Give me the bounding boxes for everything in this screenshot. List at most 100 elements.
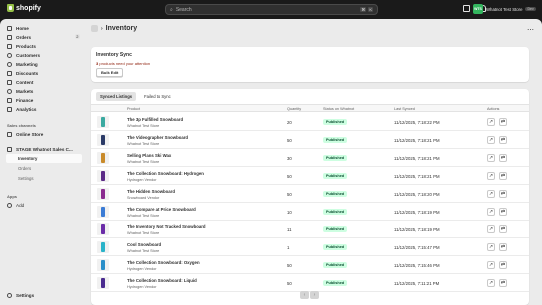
- sidebar: Home Orders 2 Products Customers Marketin…: [0, 19, 86, 305]
- product-name[interactable]: The Inventory Not Tracked Snowboard: [127, 224, 206, 229]
- product-name[interactable]: The 3p Fulfilled Snowboard: [127, 117, 183, 122]
- search-input[interactable]: ⌕ Search ⌘ K: [165, 4, 378, 15]
- last-synced-date: 11/12/2025, 7:18:20 PM: [394, 191, 440, 197]
- main-content: › Inventory ⋯ Inventory Sync 3 products …: [86, 19, 542, 305]
- open-external-icon[interactable]: ↗: [487, 153, 495, 162]
- previous-page-button[interactable]: ‹: [300, 291, 309, 299]
- sync-icon[interactable]: ⇄: [499, 118, 507, 126]
- product-name[interactable]: The Collection Snowboard: Liquid: [127, 278, 197, 283]
- sync-icon[interactable]: ⇄: [499, 171, 507, 180]
- open-external-icon[interactable]: ↗: [487, 243, 495, 252]
- open-external-icon[interactable]: ↗: [487, 135, 495, 144]
- product-name[interactable]: The Collection Snowboard: Hydrogen: [127, 171, 204, 176]
- more-actions-button[interactable]: ⋯: [527, 26, 534, 34]
- sidebar-item-label: Analytics: [16, 106, 37, 112]
- dev-badge: Dev: [525, 7, 536, 11]
- table-row[interactable]: The 3p Fulfilled Snowboard Whatnot Test S…: [91, 113, 529, 131]
- product-thumbnail: [97, 169, 109, 182]
- open-external-icon[interactable]: ↗: [487, 225, 495, 234]
- product-quantity: 10: [287, 209, 292, 215]
- table-header: Product Quantity Status on Whatnot Last …: [91, 104, 529, 112]
- product-thumbnail: [97, 259, 109, 272]
- chart-icon: [7, 106, 12, 112]
- sidebar-item-products[interactable]: Products: [7, 42, 82, 50]
- product-thumbnail: [97, 277, 109, 290]
- sync-icon[interactable]: ⇄: [499, 225, 507, 234]
- table-row[interactable]: The Compare at Price Snowboard Whatnot Te…: [91, 203, 529, 221]
- product-quantity: 1: [287, 245, 290, 251]
- product-name[interactable]: Selling Plans Ski Wax: [127, 153, 171, 158]
- product-vendor: Whatnot Test Store: [127, 141, 160, 146]
- sidebar-item-analytics[interactable]: Analytics: [7, 105, 82, 113]
- open-external-icon[interactable]: ↗: [487, 261, 495, 270]
- open-external-icon[interactable]: ↗: [487, 279, 495, 288]
- sidebar-item-home[interactable]: Home: [7, 24, 82, 32]
- apps-label: Apps: [7, 194, 17, 199]
- shopify-logo[interactable]: shopify: [7, 4, 41, 12]
- last-synced-date: 11/12/2025, 7:18:21 PM: [394, 173, 440, 179]
- sync-icon[interactable]: ⇄: [499, 243, 507, 252]
- status-badge: Published: [323, 280, 348, 287]
- tab-failed-to-sync[interactable]: Failed to Sync: [140, 92, 175, 101]
- table-row[interactable]: Selling Plans Ski Wax Whatnot Test Store 3…: [91, 149, 529, 167]
- sidebar-item-content[interactable]: Content: [7, 78, 82, 86]
- orders-icon: [7, 34, 12, 40]
- sync-icon[interactable]: ⇄: [499, 261, 507, 270]
- table-row[interactable]: The Collection Snowboard: Oxygen Hydrogen…: [91, 256, 529, 275]
- sidebar-item-markets[interactable]: Markets: [7, 87, 82, 95]
- sidebar-item-marketing[interactable]: Marketing: [7, 60, 82, 68]
- table-row[interactable]: The Videographer Snowboard Whatnot Test S…: [91, 131, 529, 149]
- snowboard-image: [101, 117, 105, 127]
- product-quantity: 50: [287, 263, 292, 269]
- next-page-button[interactable]: ›: [310, 291, 319, 299]
- sidebar-item-finance[interactable]: Finance: [7, 96, 82, 104]
- sidebar-item-settings[interactable]: Settings: [7, 291, 82, 299]
- brand-name: shopify: [16, 4, 41, 12]
- user-menu[interactable]: WTS Whatnot Test Store Dev: [473, 4, 536, 14]
- sidebar-item-label: Customers: [16, 52, 40, 58]
- last-synced-date: 11/12/2025, 7:18:19 PM: [394, 209, 440, 215]
- sidebar-subitem-inventory[interactable]: Inventory: [18, 156, 37, 161]
- product-thumbnail: [97, 241, 109, 254]
- sidebar-subitem-settings[interactable]: Settings: [18, 176, 34, 181]
- table-row[interactable]: The Collection Snowboard: Hydrogen Hydrog…: [91, 167, 529, 185]
- table-row[interactable]: The Collection Snowboard: Liquid Hydrogen…: [91, 274, 529, 293]
- sales-channels-label: Sales channels: [7, 123, 36, 128]
- sidebar-item-discounts[interactable]: Discounts: [7, 69, 82, 77]
- product-name[interactable]: The Compare at Price Snowboard: [127, 207, 196, 212]
- sync-icon[interactable]: ⇄: [499, 207, 507, 216]
- tab-synced-listings[interactable]: Synced Listings: [96, 92, 137, 101]
- product-thumbnail: [97, 116, 109, 128]
- sync-icon[interactable]: ⇄: [499, 189, 507, 198]
- column-product: Product: [127, 107, 141, 111]
- sidebar-item-customers[interactable]: Customers: [7, 51, 82, 59]
- sidebar-item-online-store[interactable]: Online Store: [7, 130, 82, 138]
- product-thumbnail: [97, 223, 109, 236]
- table-row[interactable]: The Hidden Snowboard Snowboard Vendor 50 Pu…: [91, 185, 529, 203]
- product-name[interactable]: The Hidden Snowboard: [127, 189, 175, 194]
- sidebar-item-add[interactable]: Add: [7, 201, 82, 209]
- sidebar-item-app[interactable]: STAGE Whatnot Sales C...: [7, 145, 82, 153]
- status-badge: Published: [323, 208, 348, 215]
- sidebar-item-label: Add: [16, 202, 25, 208]
- open-external-icon[interactable]: ↗: [487, 189, 495, 198]
- sync-icon[interactable]: ⇄: [499, 153, 507, 162]
- open-external-icon[interactable]: ↗: [487, 118, 495, 126]
- bulk-edit-button[interactable]: Bulk Edit: [96, 68, 124, 77]
- store-icon[interactable]: [463, 5, 470, 12]
- product-thumbnail: [97, 205, 109, 218]
- sidebar-subitem-orders[interactable]: Orders: [18, 166, 31, 171]
- sync-icon[interactable]: ⇄: [499, 279, 507, 288]
- table-row[interactable]: The Inventory Not Tracked Snowboard Whatn…: [91, 220, 529, 239]
- product-name[interactable]: The Videographer Snowboard: [127, 135, 188, 140]
- sync-icon[interactable]: ⇄: [499, 135, 507, 144]
- sidebar-item-orders[interactable]: Orders 2: [7, 33, 82, 41]
- page-header: › Inventory: [91, 25, 137, 32]
- open-external-icon[interactable]: ↗: [487, 207, 495, 216]
- product-name[interactable]: The Collection Snowboard: Oxygen: [127, 260, 200, 265]
- open-external-icon[interactable]: ↗: [487, 171, 495, 180]
- product-name[interactable]: Cool Snowboard: [127, 242, 161, 247]
- sidebar-item-label: Online Store: [16, 131, 44, 137]
- avatar: WTS: [473, 4, 483, 14]
- table-row[interactable]: Cool Snowboard Whatnot Test Store 1 Publish…: [91, 238, 529, 257]
